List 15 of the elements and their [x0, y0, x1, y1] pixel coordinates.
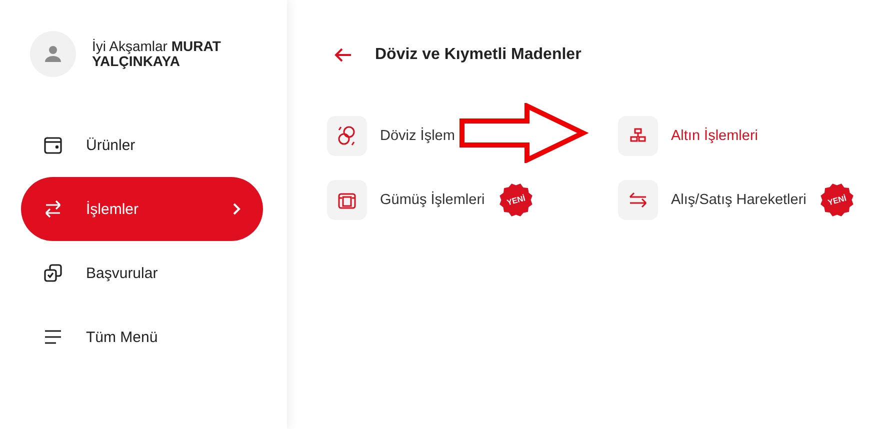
back-arrow-icon[interactable] [334, 47, 352, 63]
wallet-icon [42, 134, 64, 156]
greeting-text: İyi Akşamlar MURAT YALÇINKAYA [92, 39, 222, 69]
page-title: Döviz ve Kıymetli Madenler [375, 46, 582, 64]
menu-item-link[interactable]: Alış/Satış Hareketleri [671, 192, 806, 208]
checkbox-stack-icon [42, 262, 64, 284]
sidebar-item[interactable]: İşlemler [21, 177, 263, 241]
sidebar-item[interactable]: Ürünler [21, 113, 263, 177]
user-icon [43, 44, 63, 64]
menu-item-link[interactable]: Döviz İşlem [380, 128, 455, 144]
sidebar-item[interactable]: Başvurular [21, 241, 263, 305]
menu-item-link[interactable]: Gümüş İşlemleri [380, 192, 485, 208]
sidebar-item[interactable]: Tüm Menü [21, 305, 263, 369]
chevron-right-icon [231, 202, 241, 216]
menu-item-link[interactable]: Altın İşlemleri [671, 128, 758, 144]
